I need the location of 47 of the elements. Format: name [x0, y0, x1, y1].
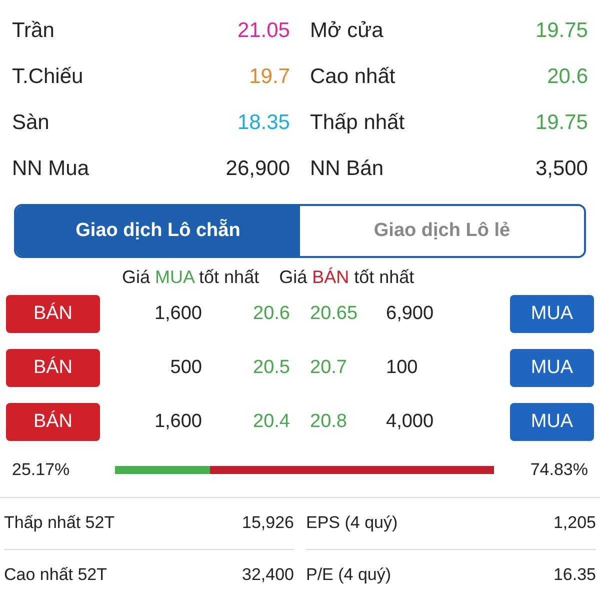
- tab[interactable]: Giao dịch Lô chẵn: [16, 206, 300, 256]
- stat-value: 1,205: [553, 512, 596, 534]
- quote-value: 18.35: [237, 110, 290, 136]
- bid-quantity: 500: [169, 356, 202, 380]
- stat-label: P/E (4 quý): [306, 564, 392, 586]
- sell-button[interactable]: BÁN: [6, 349, 100, 387]
- quote-label: Trần: [12, 18, 54, 44]
- stat-value: 16.35: [553, 564, 596, 586]
- quote-value: 19.75: [535, 18, 588, 44]
- quote-value: 26,900: [226, 156, 290, 182]
- ask-quantity: 4,000: [385, 410, 435, 434]
- quote-value: 19.7: [249, 64, 290, 90]
- quote-label: Sàn: [12, 110, 50, 136]
- bid-price: 20.6: [252, 302, 290, 326]
- ask-price: 20.7: [309, 356, 348, 380]
- stat-value: 15,926: [242, 512, 294, 534]
- ask-price: 20.8: [309, 410, 348, 434]
- quote-label: Cao nhất: [310, 64, 396, 90]
- quote-label: Mở cửa: [310, 18, 384, 44]
- ask-price: 20.65: [309, 302, 359, 326]
- sell-button[interactable]: BÁN: [6, 295, 100, 333]
- buy-percentage: 25.17%: [12, 459, 71, 481]
- sell-percentage: 74.83%: [530, 459, 588, 481]
- quote-label: T.Chiếu: [12, 64, 84, 90]
- quote-label: Thấp nhất: [310, 110, 405, 136]
- buy-button[interactable]: MUA: [510, 295, 594, 333]
- stat-label: Thấp nhất 52T: [4, 512, 115, 534]
- stat-label: Cao nhất 52T: [4, 564, 108, 586]
- ask-quantity: 6,900: [385, 302, 435, 326]
- quote-value: 21.05: [237, 18, 290, 44]
- bid-quantity: 1,600: [153, 302, 202, 326]
- quote-value: 3,500: [535, 156, 588, 182]
- stat-label: EPS (4 quý): [306, 512, 398, 534]
- bid-price: 20.5: [252, 356, 290, 380]
- bid-price: 20.4: [252, 410, 290, 434]
- column-header: Giá BÁN tốt nhất: [279, 266, 414, 289]
- stat-value: 32,400: [242, 564, 294, 586]
- column-header: Giá MUA tốt nhất: [122, 266, 260, 289]
- bid-quantity: 1,600: [153, 410, 202, 434]
- quote-label: NN Bán: [310, 156, 384, 182]
- quote-value: 19.75: [535, 110, 588, 136]
- ask-quantity: 100: [385, 356, 419, 380]
- buy-button[interactable]: MUA: [510, 403, 594, 441]
- quote-label: NN Mua: [12, 156, 90, 182]
- buy-button[interactable]: MUA: [510, 349, 594, 387]
- quote-value: 20.6: [547, 64, 588, 90]
- sell-button[interactable]: BÁN: [6, 403, 100, 441]
